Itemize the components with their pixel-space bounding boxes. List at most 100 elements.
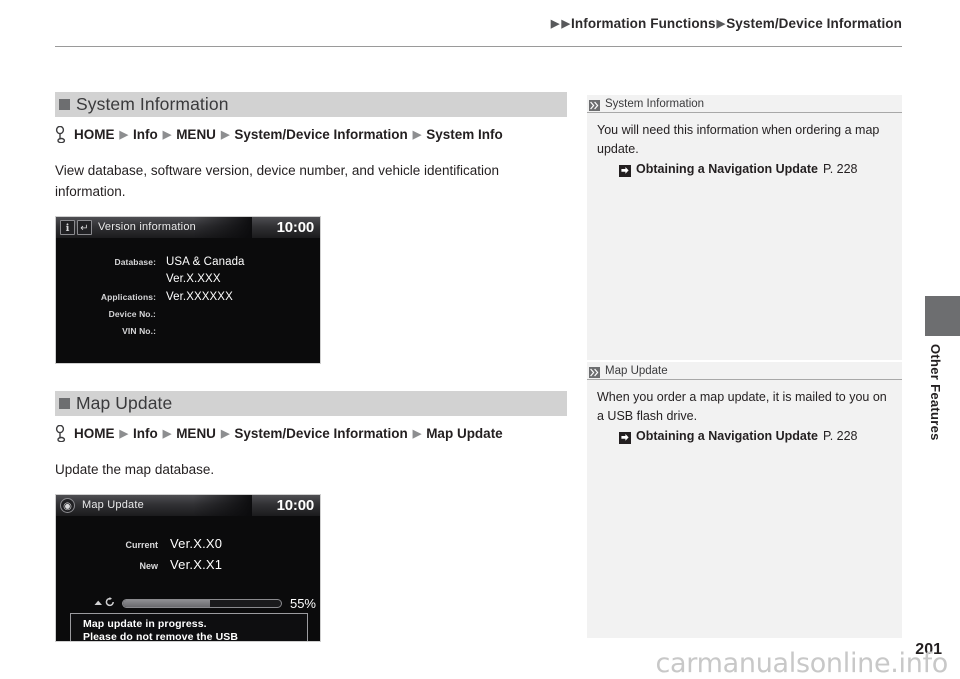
- menu-path-system-device-information[interactable]: System/Device Information: [234, 127, 407, 142]
- cross-reference-title: Obtaining a Navigation Update: [636, 162, 818, 176]
- info-icon[interactable]: ℹ: [60, 220, 75, 235]
- section-body-text: Update the map database.: [55, 462, 215, 477]
- header-divider: [55, 46, 902, 47]
- triangle-icon: ▶: [412, 428, 422, 440]
- progress-bar-fill: [123, 599, 210, 607]
- triangle-icon: ▶: [716, 18, 726, 30]
- main-content-column: System Information HOME ▶ Info ▶ MENU ▶ …: [55, 92, 567, 642]
- title-bar-icons: ◉: [60, 498, 75, 513]
- breadcrumb-part-1: Information Functions: [571, 16, 716, 31]
- screen-title-bar: ◉ Map Update 10:00: [56, 495, 320, 516]
- menu-path-system-device-information[interactable]: System/Device Information: [234, 426, 407, 441]
- row-value: Ver.X.XXX: [166, 273, 221, 285]
- section-system-information: System Information HOME ▶ Info ▶ MENU ▶ …: [55, 92, 567, 364]
- sidebar-note-title: System Information: [605, 97, 705, 110]
- triangle-icon: ▶: [220, 129, 230, 141]
- version-row: Database: USA & Canada: [64, 256, 245, 268]
- screen-clock: 10:00: [276, 497, 315, 514]
- section-body-text: View database, software version, device …: [55, 163, 500, 199]
- menu-path-menu[interactable]: MENU: [176, 426, 216, 441]
- row-value: USA & Canada: [166, 256, 245, 268]
- menu-path: HOME ▶ Info ▶ MENU ▶ System/Device Infor…: [55, 424, 567, 443]
- cross-reference-page: P. 228: [822, 429, 858, 443]
- sidebar-note-header: Map Update: [587, 362, 902, 380]
- triangle-icon: ▶: [162, 129, 172, 141]
- section-map-update: Map Update HOME ▶ Info ▶ MENU ▶ System/D…: [55, 391, 567, 642]
- triangle-icon: ▶: [119, 129, 128, 141]
- progress-area: 55%: [94, 594, 316, 612]
- hand-pointer-icon: [55, 125, 68, 144]
- menu-path-home[interactable]: HOME: [74, 127, 115, 142]
- progress-bar: [122, 598, 282, 608]
- row-label: Database:: [114, 257, 156, 267]
- menu-path-menu[interactable]: MENU: [176, 127, 216, 142]
- row-value: Ver.X.X1: [170, 557, 223, 572]
- triangle-icon: ▶: [550, 18, 560, 30]
- sidebar-note-body: You will need this information when orde…: [587, 113, 902, 179]
- section-title: Map Update: [76, 393, 173, 413]
- screen-title: Version information: [98, 221, 196, 233]
- status-message-line: Map update in progress.: [83, 618, 207, 630]
- breadcrumb: ▶ ▶Information Functions▶System/Device In…: [550, 16, 902, 31]
- triangle-icon: ▶: [119, 428, 128, 440]
- section-title: System Information: [76, 94, 229, 114]
- row-label: Current: [125, 540, 158, 550]
- screen-body: Database: USA & Canada Ver.X.XXX Applica…: [56, 238, 320, 363]
- status-message-box: Map update in progress. Please do not re…: [70, 613, 308, 642]
- double-chevron-icon: [589, 98, 600, 111]
- bullet-square-icon: [59, 99, 70, 110]
- sidebar-note-text: When you order a map update, it is maile…: [597, 390, 887, 423]
- cross-reference-page: P. 228: [822, 162, 858, 176]
- usb-device-icon: [94, 594, 103, 612]
- menu-path: HOME ▶ Info ▶ MENU ▶ System/Device Infor…: [55, 125, 567, 144]
- sidebar-note-map-update: Map Update When you order a map update, …: [587, 362, 902, 638]
- watermark: carmanualsonline.info: [655, 648, 949, 679]
- row-label: Applications:: [100, 292, 156, 302]
- jump-arrow-icon: [619, 164, 631, 177]
- sidebar-note-system-information: System Information You will need this in…: [587, 95, 902, 360]
- hand-pointer-icon: [55, 424, 68, 443]
- row-label: New: [139, 561, 158, 571]
- double-chevron-icon: [589, 365, 600, 378]
- triangle-icon: ▶: [162, 428, 172, 440]
- version-row: VIN No.:: [64, 326, 166, 336]
- row-value: Ver.XXXXXX: [166, 291, 233, 303]
- version-information-screen: ℹ ↵ Version information 10:00 Database: …: [55, 216, 321, 364]
- version-row: New Ver.X.X1: [66, 557, 222, 572]
- back-arrow-icon[interactable]: ↵: [77, 220, 92, 235]
- menu-path-map-update[interactable]: Map Update: [426, 426, 503, 441]
- version-row: Current Ver.X.X0: [66, 536, 222, 551]
- sidebar-note-title: Map Update: [605, 364, 668, 377]
- status-message-line: Please do not remove the USB: [83, 630, 239, 642]
- chapter-tab-label: Other Features: [928, 344, 943, 441]
- globe-icon[interactable]: ◉: [60, 498, 75, 513]
- version-row: Device No.:: [64, 309, 166, 319]
- sidebar-note-text: You will need this information when orde…: [597, 123, 880, 156]
- row-label: Device No.:: [108, 309, 156, 319]
- screen-title-bar: ℹ ↵ Version information 10:00: [56, 217, 320, 238]
- cross-reference-title: Obtaining a Navigation Update: [636, 429, 818, 443]
- refresh-arrow-icon: [105, 594, 115, 612]
- breadcrumb-part-2: System/Device Information: [726, 16, 902, 31]
- triangle-icon: ▶: [561, 18, 571, 30]
- chapter-tab-marker: [925, 296, 960, 336]
- sidebar-cross-reference[interactable]: Obtaining a Navigation Update P. 228: [597, 427, 892, 446]
- sidebar-cross-reference[interactable]: Obtaining a Navigation Update P. 228: [597, 160, 892, 179]
- map-update-screen: ◉ Map Update 10:00 Current Ver.X.X0 New …: [55, 494, 321, 642]
- menu-path-info[interactable]: Info: [133, 426, 158, 441]
- menu-path-system-info[interactable]: System Info: [426, 127, 503, 142]
- version-row: Ver.X.XXX: [64, 273, 221, 285]
- sidebar-note-body: When you order a map update, it is maile…: [587, 380, 902, 446]
- triangle-icon: ▶: [412, 129, 422, 141]
- progress-percent-label: 55%: [289, 595, 316, 611]
- section-header-band: Map Update: [55, 391, 567, 416]
- screen-clock: 10:00: [276, 219, 315, 236]
- screen-body: Current Ver.X.X0 New Ver.X.X1 55% Map up…: [56, 516, 320, 641]
- version-row: Applications: Ver.XXXXXX: [64, 291, 233, 303]
- sidebar-note-header: System Information: [587, 95, 902, 113]
- menu-path-info[interactable]: Info: [133, 127, 158, 142]
- bullet-square-icon: [59, 398, 70, 409]
- menu-path-home[interactable]: HOME: [74, 426, 115, 441]
- screen-title: Map Update: [82, 499, 144, 511]
- section-header-band: System Information: [55, 92, 567, 117]
